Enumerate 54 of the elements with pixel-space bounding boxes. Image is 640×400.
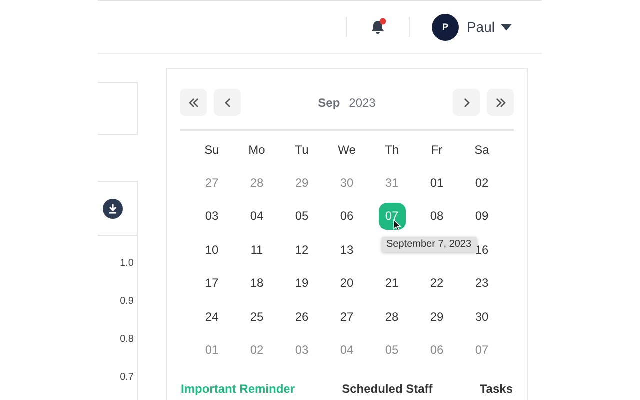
axis-label: 1.0 (120, 257, 134, 271)
calendar-day[interactable]: 20 (334, 270, 360, 297)
user-name[interactable]: Paul (466, 19, 495, 35)
calendar-day[interactable]: 30 (468, 303, 496, 330)
calendar-day[interactable]: 02 (468, 170, 496, 197)
cursor-icon (392, 218, 402, 232)
caret-icon[interactable] (501, 24, 512, 30)
calendar-day[interactable]: 11 (244, 236, 270, 264)
calendar-day[interactable]: 17 (198, 270, 226, 297)
double-chevron-left-icon (188, 98, 198, 108)
weekday-label: Su (204, 142, 220, 159)
month-label[interactable]: Sep (318, 96, 340, 110)
calendar-day[interactable]: 21 (378, 270, 406, 297)
calendar-day[interactable]: 09 (468, 202, 496, 230)
panel-card (98, 82, 138, 135)
next-year-button[interactable] (487, 89, 514, 116)
calendar-day[interactable]: 22 (424, 270, 450, 297)
calendar-day[interactable]: 05 (288, 202, 316, 230)
calendar-day[interactable]: 23 (468, 270, 496, 297)
calendar-day[interactable]: 27 (334, 303, 360, 330)
calendar-day[interactable]: 24 (198, 303, 226, 330)
weekday-label: Fr (430, 142, 444, 159)
calendar-day[interactable]: 10 (198, 236, 226, 264)
weekday-label: Mo (248, 142, 266, 159)
date-tooltip: September 7, 2023 (382, 236, 477, 252)
calendar-day[interactable]: 13 (334, 236, 360, 264)
calendar-day[interactable]: 04 (244, 202, 270, 230)
calendar-day[interactable]: 06 (334, 202, 360, 230)
axis-label: 0.8 (120, 333, 134, 347)
axis-label: 0.9 (120, 295, 134, 309)
previous-year-button[interactable] (180, 89, 207, 116)
tab[interactable]: Scheduled Staff (328, 376, 447, 400)
calendar-day[interactable]: 01 (424, 170, 450, 197)
year-label[interactable]: 2023 (349, 96, 376, 110)
weekday-label: We (337, 142, 357, 159)
calendar-day[interactable]: 03 (198, 202, 226, 230)
tab[interactable]: Tasks (466, 376, 527, 400)
chevron-left-icon (222, 98, 232, 108)
calendar-day[interactable]: 25 (244, 303, 270, 330)
user-avatar[interactable]: P (432, 14, 459, 40)
calendar-day[interactable]: 19 (288, 270, 316, 297)
calendar-day[interactable]: 12 (288, 236, 316, 264)
calendar-day[interactable]: 18 (244, 270, 270, 297)
download-icon[interactable] (103, 198, 123, 218)
axis-label: 0.7 (120, 371, 134, 385)
calendar-day[interactable]: 08 (424, 202, 450, 230)
double-chevron-right-icon (496, 98, 506, 108)
calendar-day[interactable]: 29 (424, 303, 450, 330)
weekday-label: Tu (294, 142, 310, 159)
calendar-day[interactable]: 26 (288, 303, 316, 330)
calendar-day[interactable]: 28 (378, 303, 406, 330)
weekday-label: Sa (474, 142, 490, 159)
weekday-label: Th (384, 142, 400, 159)
chevron-right-icon (462, 98, 472, 108)
